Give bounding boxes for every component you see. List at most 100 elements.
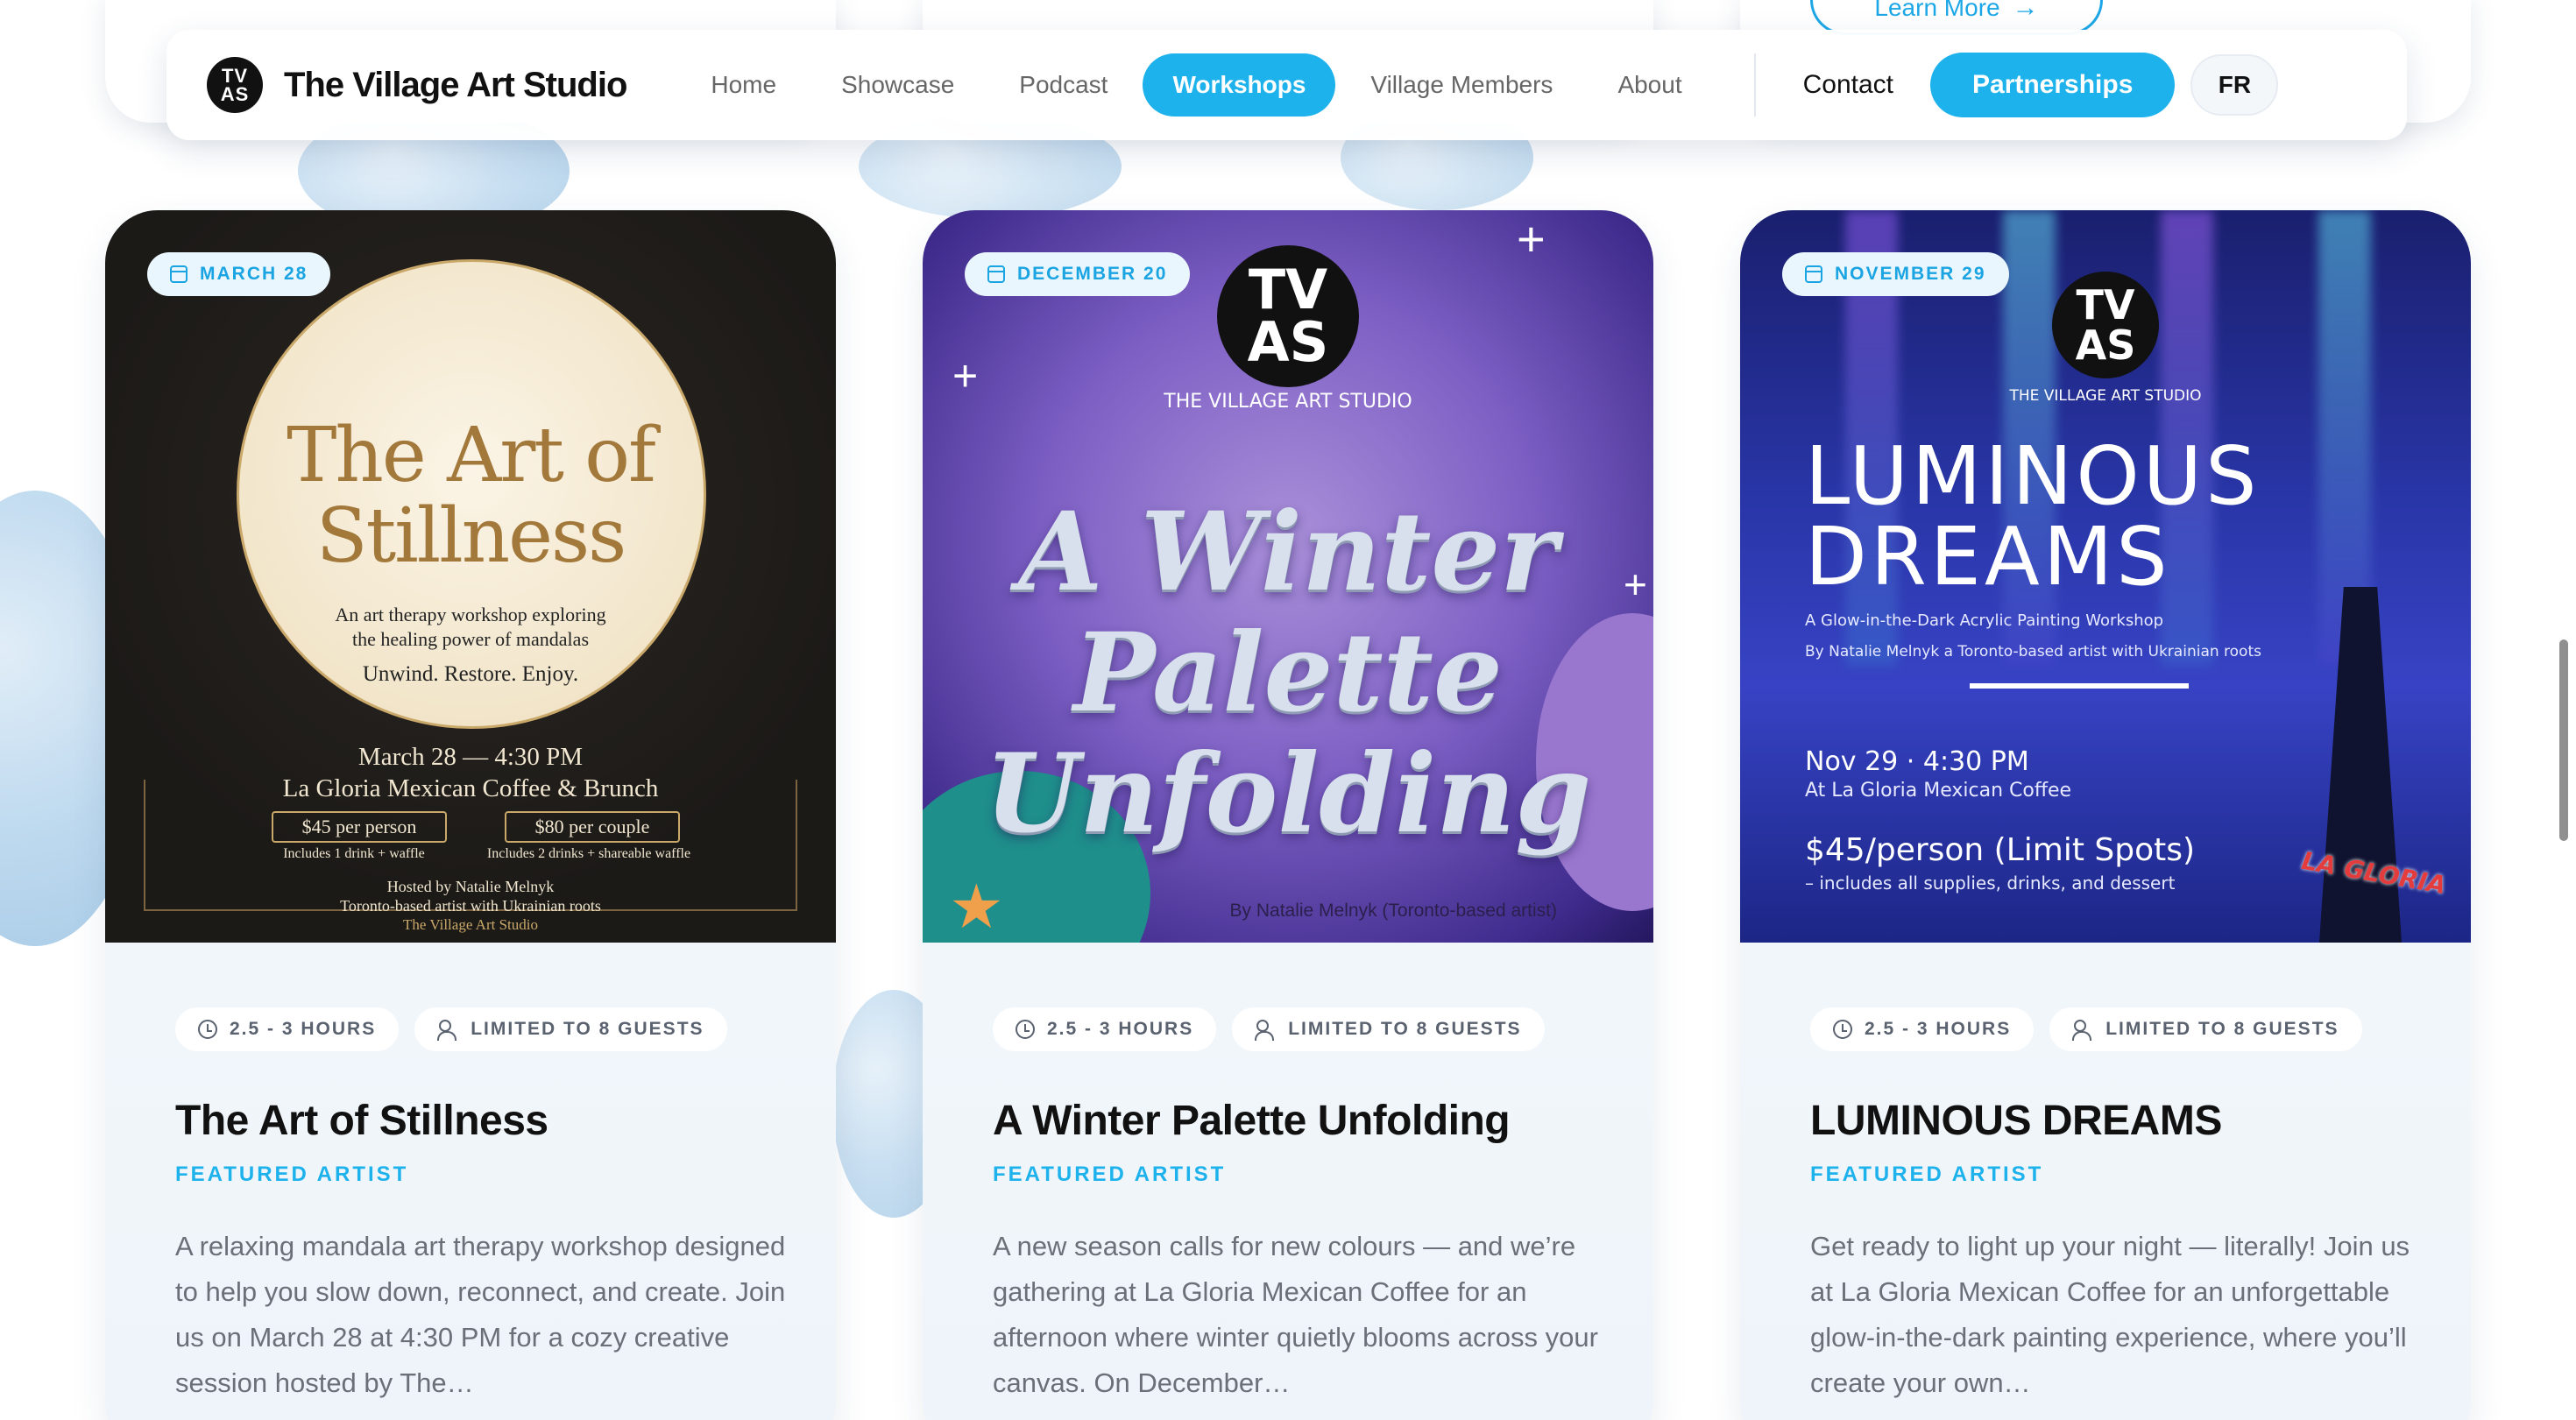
nav-links: Home Showcase Podcast Workshops Village … <box>681 53 1711 117</box>
logo-text-top: TV <box>1248 258 1328 321</box>
card-title[interactable]: A Winter Palette Unfolding <box>993 1097 1606 1145</box>
studio-logo: TV AS <box>2052 272 2159 378</box>
duration-label: 2.5 - 3 HOURS <box>1047 1019 1194 1039</box>
workshop-poster: DECEMBER 20 + + + TV AS THE VILLAGE ART … <box>923 210 1653 943</box>
nav-link-podcast[interactable]: Podcast <box>989 53 1137 117</box>
card-meta: 2.5 - 3 HOURS LIMITED TO 8 GUESTS <box>1810 1007 2424 1051</box>
logo-text-top: TV <box>2076 281 2135 329</box>
brand-name: The Village Art Studio <box>284 65 627 104</box>
workshop-card[interactable]: MARCH 28 The Art of Stillness An art the… <box>105 210 836 1420</box>
clock-icon <box>198 1020 217 1039</box>
nav-link-village-members[interactable]: Village Members <box>1341 53 1582 117</box>
language-toggle[interactable]: FR <box>2190 54 2279 116</box>
poster-subtitle: An art therapy workshop exploring the he… <box>105 603 836 652</box>
poster-studio-name: THE VILLAGE ART STUDIO <box>1164 391 1412 413</box>
guests-label: LIMITED TO 8 GUESTS <box>1288 1019 1522 1039</box>
poster-price: $80 per couple <box>505 811 680 843</box>
user-icon <box>2072 1020 2093 1041</box>
clock-icon <box>1016 1020 1035 1039</box>
card-body: 2.5 - 3 HOURS LIMITED TO 8 GUESTS A Wint… <box>993 1007 1606 1406</box>
duration-pill: 2.5 - 3 HOURS <box>993 1007 1217 1051</box>
guests-pill: LIMITED TO 8 GUESTS <box>2049 1007 2362 1051</box>
studio-logo: TV AS <box>1217 245 1359 387</box>
logo-text-top: TV <box>221 65 249 87</box>
nav-link-about[interactable]: About <box>1588 53 1711 117</box>
arrow-right-icon: → <box>2012 0 2039 22</box>
poster-title-line: A Winter <box>1018 489 1558 616</box>
card-body: 2.5 - 3 HOURS LIMITED TO 8 GUESTS LUMINO… <box>1810 1007 2424 1406</box>
poster-title-line: DREAMS <box>1805 510 2171 604</box>
date-label: DECEMBER 20 <box>1017 264 1168 284</box>
duration-label: 2.5 - 3 HOURS <box>1865 1019 2012 1039</box>
card-description: Get ready to light up your night — liter… <box>1810 1231 2410 1398</box>
contact-link[interactable]: Contact <box>1803 70 1893 100</box>
date-label: MARCH 28 <box>200 264 308 284</box>
main-nav: TV AS The Village Art Studio Home Showca… <box>166 30 2407 140</box>
nav-link-showcase[interactable]: Showcase <box>811 53 984 117</box>
date-badge: MARCH 28 <box>147 252 331 296</box>
page-scrollbar[interactable] <box>2559 639 2568 841</box>
poster-price-note: – includes all supplies, drinks, and des… <box>1805 872 2176 894</box>
user-icon <box>1255 1020 1276 1041</box>
featured-tag: FEATURED ARTIST <box>1810 1162 2044 1186</box>
nav-divider <box>1753 53 1756 117</box>
sparkle-icon: + <box>1517 211 1546 266</box>
poster-host: Toronto-based artist with Ukrainian root… <box>340 897 601 915</box>
poster-price: $45 per person <box>272 811 447 843</box>
calendar-icon <box>1805 265 1822 283</box>
poster-when: March 28 — 4:30 PM <box>357 743 584 771</box>
poster-subtitle: A Glow-in-the-Dark Acrylic Painting Work… <box>1805 611 2164 630</box>
brand-link[interactable]: TV AS The Village Art Studio <box>207 57 627 113</box>
duration-pill: 2.5 - 3 HOURS <box>1810 1007 2035 1051</box>
poster-tagline: Unwind. Restore. Enjoy. <box>362 662 579 686</box>
poster-where: At La Gloria Mexican Coffee <box>1805 780 2072 802</box>
logo-text-bottom: AS <box>2075 321 2136 369</box>
user-icon <box>437 1020 458 1041</box>
starfish-icon: ★ <box>949 872 1004 941</box>
partnerships-button[interactable]: Partnerships <box>1930 53 2176 117</box>
poster-host: The Village Art Studio <box>402 916 538 933</box>
workshop-card[interactable]: DECEMBER 20 + + + TV AS THE VILLAGE ART … <box>923 210 1653 1420</box>
clock-icon <box>1833 1020 1852 1039</box>
workshop-poster: NOVEMBER 29 TV AS THE VILLAGE ART STUDIO… <box>1740 210 2471 943</box>
poster-subtitle-line: the healing power of mandalas <box>351 628 589 650</box>
nav-link-home[interactable]: Home <box>681 53 806 117</box>
poster-title-line: Unfolding <box>984 731 1592 858</box>
poster-divider <box>1970 683 2189 689</box>
workshop-card[interactable]: NOVEMBER 29 TV AS THE VILLAGE ART STUDIO… <box>1740 210 2471 1420</box>
poster-price: $45/person (Limit Spots) <box>1805 832 2196 868</box>
nav-link-workshops[interactable]: Workshops <box>1143 53 1336 117</box>
poster-subtitle: By Natalie Melnyk a Toronto-based artist… <box>1805 643 2261 661</box>
guests-pill: LIMITED TO 8 GUESTS <box>414 1007 727 1051</box>
calendar-icon <box>987 265 1005 283</box>
card-meta: 2.5 - 3 HOURS LIMITED TO 8 GUESTS <box>993 1007 1606 1051</box>
card-body: 2.5 - 3 HOURS LIMITED TO 8 GUESTS The Ar… <box>175 1007 789 1406</box>
studio-logo: TV AS <box>207 57 263 113</box>
card-title[interactable]: The Art of Stillness <box>175 1097 789 1145</box>
card-description: A relaxing mandala art therapy workshop … <box>175 1231 786 1398</box>
poster-host: Hosted by Natalie Melnyk <box>386 878 555 895</box>
card-title[interactable]: LUMINOUS DREAMS <box>1810 1097 2424 1145</box>
date-badge: NOVEMBER 29 <box>1782 252 2009 296</box>
card-description: A new season calls for new colours — and… <box>993 1231 1598 1398</box>
duration-pill: 2.5 - 3 HOURS <box>175 1007 400 1051</box>
poster-title: The Art of Stillness <box>105 415 836 576</box>
learn-more-label: Learn More <box>1874 0 2000 21</box>
poster-when: Nov 29 · 4:30 PM <box>1805 746 2029 777</box>
poster-studio-name: THE VILLAGE ART STUDIO <box>2009 387 2202 405</box>
guests-pill: LIMITED TO 8 GUESTS <box>1232 1007 1545 1051</box>
poster-title-line: Palette <box>1073 610 1503 737</box>
date-badge: DECEMBER 20 <box>965 252 1191 296</box>
poster-credit: By Natalie Melnyk (Toronto-based artist) <box>1229 901 1557 921</box>
logo-text-bottom: AS <box>220 83 250 105</box>
date-label: NOVEMBER 29 <box>1835 264 1986 284</box>
logo-text-bottom: AS <box>1247 310 1329 374</box>
poster-subtitle-line: An art therapy workshop exploring <box>335 604 606 625</box>
poster-price-note: Includes 2 drinks + shareable waffle <box>486 846 691 861</box>
featured-tag: FEATURED ARTIST <box>993 1162 1227 1186</box>
card-meta: 2.5 - 3 HOURS LIMITED TO 8 GUESTS <box>175 1007 789 1051</box>
featured-tag: FEATURED ARTIST <box>175 1162 409 1186</box>
workshop-poster: MARCH 28 The Art of Stillness An art the… <box>105 210 836 943</box>
guests-label: LIMITED TO 8 GUESTS <box>471 1019 704 1039</box>
poster-title-line: The Art of <box>287 412 656 499</box>
